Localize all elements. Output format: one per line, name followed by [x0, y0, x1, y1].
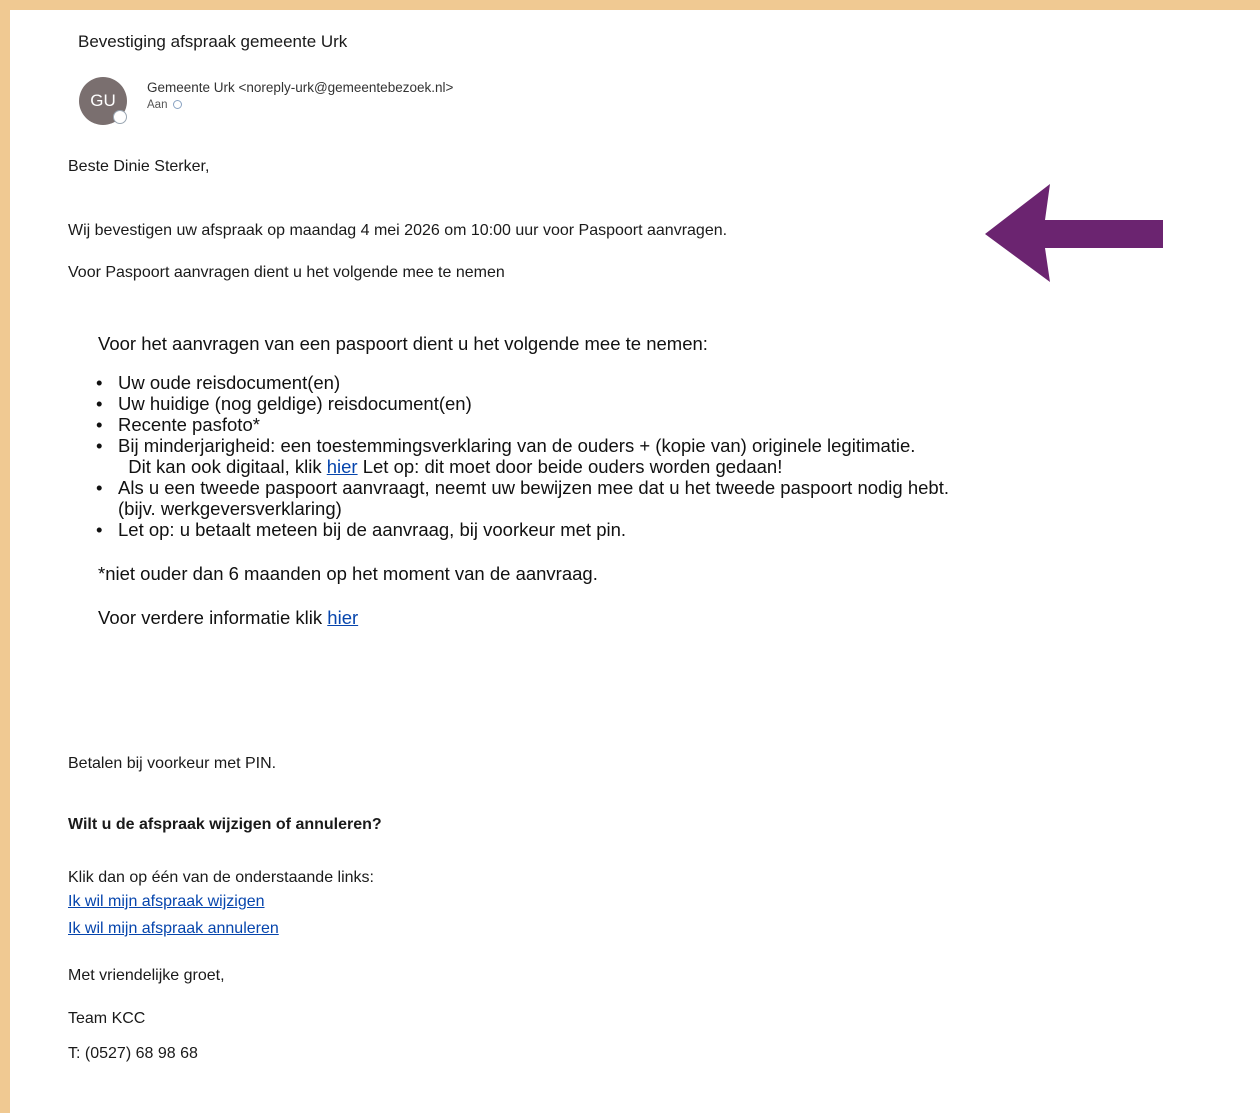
- list-item-text: Uw oude reisdocument(en): [118, 372, 341, 393]
- presence-status-icon: [113, 110, 127, 124]
- greeting: Beste Dinie Sterker,: [68, 158, 210, 175]
- photo-footnote: *niet ouder dan 6 maanden op het moment …: [98, 563, 598, 584]
- list-item: • Let op: u betaalt meteen bij de aanvraa…: [96, 519, 627, 540]
- recipient-status-icon: [173, 100, 183, 110]
- more-info-link[interactable]: hier: [327, 607, 358, 628]
- arrow-shape: [985, 184, 1163, 282]
- recipient-line: Aan: [147, 99, 183, 111]
- to-label: Aan: [147, 99, 168, 111]
- requirements-list: • Uw oude reisdocument(en) • Uw huidige (n…: [96, 372, 1248, 540]
- avatar-initials: GU: [90, 91, 116, 110]
- list-item-text: Als u een tweede paspoort aanvraagt, nee…: [118, 477, 949, 498]
- left-arrow-icon: [985, 184, 1163, 282]
- list-item-text: Uw huidige (nog geldige) reisdocument(en…: [118, 393, 472, 414]
- list-item: • Als u een tweede paspoort aanvraagt, ne…: [96, 477, 949, 519]
- click-instruction: Klik dan op één van de onderstaande link…: [68, 869, 374, 886]
- change-heading: Wilt u de afspraak wijzigen of annuleren…: [68, 816, 382, 833]
- change-appointment-link[interactable]: Ik wil mijn afspraak wijzigen: [68, 893, 265, 911]
- list-item: • Bij minderjarigheid: een toestemmingsve…: [96, 435, 916, 477]
- list-item-text: Bij minderjarigheid: een toestemmingsver…: [118, 435, 916, 456]
- appointment-confirmation: Wij bevestigen uw afspraak op maandag 4 …: [68, 222, 728, 239]
- more-info-line: Voor verdere informatie klik hier: [98, 607, 1248, 628]
- digital-note: Dit kan ook digitaal, klik hier Let op: …: [118, 456, 782, 477]
- email-subject: Bevestiging afspraak gemeente Urk: [78, 32, 348, 51]
- payment-note: Betalen bij voorkeur met PIN.: [68, 755, 277, 772]
- list-item: • Uw huidige (nog geldige) reisdocument(e…: [96, 393, 472, 414]
- team-name: Team KCC: [68, 1010, 146, 1027]
- cancel-appointment-link[interactable]: Ik wil mijn afspraak annuleren: [68, 920, 279, 938]
- requirements-block: Voor het aanvragen van een paspoort dien…: [96, 333, 1248, 628]
- list-item: • Recente pasfoto*: [96, 414, 260, 435]
- phone-number: T: (0527) 68 98 68: [68, 1045, 198, 1062]
- sender-address[interactable]: Gemeente Urk <noreply-urk@gemeentebezoek…: [147, 80, 453, 95]
- list-item-text: Let op: u betaalt meteen bij de aanvraag…: [118, 519, 627, 540]
- digital-note-post: Let op: dit moet door beide ouders worde…: [362, 456, 783, 477]
- list-item-note: (bijv. werkgeversverklaring): [118, 498, 342, 519]
- list-item-text: Recente pasfoto*: [118, 414, 260, 435]
- digital-consent-link[interactable]: hier: [327, 456, 358, 477]
- digital-note-pre: Dit kan ook digitaal, klik: [128, 456, 322, 477]
- closing-regards: Met vriendelijke groet,: [68, 967, 225, 984]
- requirements-intro: Voor Paspoort aanvragen dient u het volg…: [68, 264, 505, 281]
- more-info-text: Voor verdere informatie klik: [98, 607, 323, 628]
- requirements-lead: Voor het aanvragen van een paspoort dien…: [98, 333, 708, 354]
- list-item: • Uw oude reisdocument(en): [96, 372, 341, 393]
